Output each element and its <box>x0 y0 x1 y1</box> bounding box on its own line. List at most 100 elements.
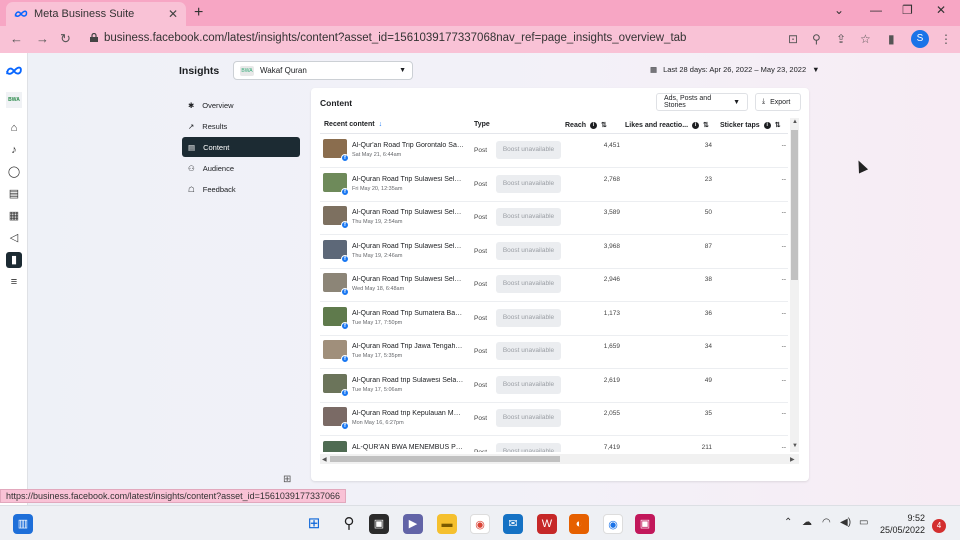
table-row[interactable]: f Al-Quran Road Trip Sulawesi Selata... … <box>320 201 788 235</box>
column-recent-content[interactable]: Recent content ↓ <box>324 121 382 128</box>
tab-close-icon[interactable]: ✕ <box>168 7 178 21</box>
column-reach[interactable]: Reach i ⇅ <box>565 121 607 129</box>
page-selector[interactable]: BWA Wakaf Quran ▼ <box>233 61 413 80</box>
post-title[interactable]: AL-QUR'AN BWA MENEMBUS PED... <box>352 444 464 451</box>
post-title[interactable]: Al-Quran Road Trip Sulawesi Selata... <box>352 276 464 283</box>
table-row[interactable]: f Al-Quran Road trip Kepulauan Mal... Mo… <box>320 402 788 436</box>
subnav-overview[interactable]: ✱ Overview <box>182 95 300 115</box>
post-title[interactable]: Al-Quran Road Trip Sulawesi Selata... <box>352 209 464 216</box>
notifications-icon[interactable]: ♪ <box>6 142 22 158</box>
table-row[interactable]: f Al-Quran Road Trip Sulawesi Selata... … <box>320 235 788 269</box>
onedrive-icon[interactable]: ☁ <box>802 517 812 528</box>
table-header: Recent content ↓ Type Reach i ⇅ Likes and r… <box>320 118 788 134</box>
battery-icon[interactable]: ▭ <box>859 517 868 528</box>
boost-unavailable-button: Boost unavailable <box>496 375 561 394</box>
wifi-icon[interactable]: ◠ <box>822 517 831 528</box>
table-row[interactable]: f Al-Quran Road Trip Jawa Tengah Di... T… <box>320 335 788 369</box>
column-label: Likes and reactio... <box>625 121 689 129</box>
scroll-left-icon[interactable]: ◀ <box>322 456 327 463</box>
column-sticker-taps[interactable]: Sticker taps i ⇅ <box>720 121 781 129</box>
task-view-icon[interactable]: ▣ <box>369 514 389 534</box>
browser-menu-icon[interactable]: ⋮ <box>940 32 952 46</box>
insights-icon[interactable]: ▮ <box>6 252 22 268</box>
translate-icon[interactable]: ⊡ <box>788 32 798 46</box>
bookmark-star-icon[interactable]: ☆ <box>860 32 871 46</box>
table-row[interactable]: f Al-Quran Road Trip Sulawesi Selata... … <box>320 168 788 202</box>
file-explorer-icon[interactable]: ▬ <box>437 514 457 534</box>
post-title[interactable]: Al-Quran Road trip Sulawesi Selata... <box>352 377 464 384</box>
tab-list-chevron-icon[interactable]: ⌄ <box>834 3 844 17</box>
widgets-icon[interactable]: ▥ <box>13 514 33 534</box>
planner-icon[interactable]: ▦ <box>6 208 22 224</box>
facebook-icon: f <box>341 254 349 263</box>
subnav-audience[interactable]: ⚇ Audience <box>182 158 300 178</box>
system-clock[interactable]: 9:52 25/05/2022 <box>880 512 925 536</box>
inbox-icon[interactable]: ◯ <box>6 164 22 180</box>
meta-logo-icon[interactable] <box>5 66 23 76</box>
subnav-results[interactable]: ↗ Results <box>182 116 300 136</box>
new-tab-button[interactable]: + <box>194 4 203 22</box>
column-likes[interactable]: Likes and reactio... i ⇅ <box>625 121 709 129</box>
date-range-picker[interactable]: ▦ Last 28 days: Apr 26, 2022 – May 23, 2… <box>650 65 820 74</box>
table-row[interactable]: f Al-Quran Road Trip Sulawesi Selata... … <box>320 268 788 302</box>
tray-chevron-up-icon[interactable]: ⌃ <box>784 517 792 528</box>
mail-icon[interactable]: ✉ <box>503 514 523 534</box>
back-icon[interactable]: ← <box>10 31 23 46</box>
posts-icon[interactable]: ▤ <box>6 186 22 202</box>
page-avatar-icon[interactable]: BWA <box>6 92 22 108</box>
wps-office-icon[interactable]: W <box>537 514 557 534</box>
scroll-right-icon[interactable]: ▶ <box>790 456 795 463</box>
zoom-icon[interactable]: ⚲ <box>812 32 821 46</box>
info-icon[interactable]: i <box>763 121 771 129</box>
horizontal-scrollbar[interactable]: ◀ ▶ <box>320 454 799 464</box>
info-icon[interactable]: i <box>590 121 598 129</box>
ads-megaphone-icon[interactable]: ◁ <box>6 230 22 246</box>
firefox-icon[interactable]: ◐ <box>569 514 589 534</box>
subnav-content[interactable]: ▤ Content <box>182 137 300 157</box>
chrome-icon[interactable]: ◉ <box>470 514 490 534</box>
table-row[interactable]: f Al-Quran Road Trip Sumatera Barat... T… <box>320 302 788 336</box>
start-windows-icon[interactable]: ⊞ <box>304 514 324 534</box>
post-title[interactable]: Al-Qur'an Road Trip Gorontalo Sab... <box>352 142 464 149</box>
scroll-down-icon[interactable]: ▼ <box>792 443 798 449</box>
scroll-up-icon[interactable]: ▲ <box>792 119 798 125</box>
table-row[interactable]: f Al-Qur'an Road Trip Gorontalo Sab... S… <box>320 134 788 168</box>
teams-chat-icon[interactable]: ▶ <box>403 514 423 534</box>
minimize-icon[interactable]: — <box>870 3 882 17</box>
share-icon[interactable]: ⇪ <box>836 32 846 46</box>
chrome-profile-icon[interactable]: ◉ <box>603 514 623 534</box>
url-field[interactable]: business.facebook.com/latest/insights/co… <box>104 32 686 44</box>
volume-icon[interactable]: ◀) <box>840 517 851 528</box>
calendar-icon: ▦ <box>650 65 658 74</box>
post-title[interactable]: Al-Quran Road Trip Sulawesi Selata... <box>352 176 464 183</box>
facebook-icon: f <box>341 321 349 330</box>
search-icon[interactable]: ⚲ <box>339 514 359 534</box>
post-title[interactable]: Al-Quran Road trip Kepulauan Mal... <box>352 410 464 417</box>
side-panel-icon[interactable]: ▮ <box>888 32 895 46</box>
browser-tab[interactable]: Meta Business Suite ✕ <box>6 2 186 26</box>
profile-avatar[interactable]: S <box>911 30 929 48</box>
all-tools-icon[interactable]: ≡ <box>6 274 22 290</box>
vertical-scroll-thumb[interactable] <box>791 130 798 280</box>
home-icon[interactable]: ⌂ <box>6 120 22 136</box>
info-icon[interactable]: i <box>692 121 700 129</box>
forward-icon[interactable]: → <box>36 31 49 46</box>
export-button[interactable]: ⤓ Export <box>755 93 801 111</box>
post-thumbnail[interactable] <box>323 440 347 452</box>
content-filter-dropdown[interactable]: Ads, Posts and Stories ▼ <box>656 93 748 111</box>
subnav-feedback[interactable]: ☖ Feedback <box>182 179 300 199</box>
caret-down-icon: ▼ <box>812 65 820 74</box>
table-row[interactable]: f AL-QUR'AN BWA MENEMBUS PED... Post Boo… <box>320 436 788 452</box>
restore-icon[interactable]: ❐ <box>902 3 913 17</box>
horizontal-scroll-thumb[interactable] <box>330 456 560 462</box>
screen-recorder-icon[interactable]: ▣ <box>635 514 655 534</box>
reload-icon[interactable]: ↻ <box>60 31 71 47</box>
vertical-scrollbar[interactable]: ▲ ▼ <box>790 118 799 452</box>
post-title[interactable]: Al-Quran Road Trip Sulawesi Selata... <box>352 243 464 250</box>
post-title[interactable]: Al-Quran Road Trip Sumatera Barat... <box>352 310 464 317</box>
notification-badge[interactable]: 4 <box>932 519 946 533</box>
table-row[interactable]: f Al-Quran Road trip Sulawesi Selata... … <box>320 369 788 403</box>
window-close-icon[interactable]: ✕ <box>936 3 946 17</box>
collapse-panel-icon[interactable]: ⊞ <box>283 474 291 485</box>
post-title[interactable]: Al-Quran Road Trip Jawa Tengah Di... <box>352 343 464 350</box>
